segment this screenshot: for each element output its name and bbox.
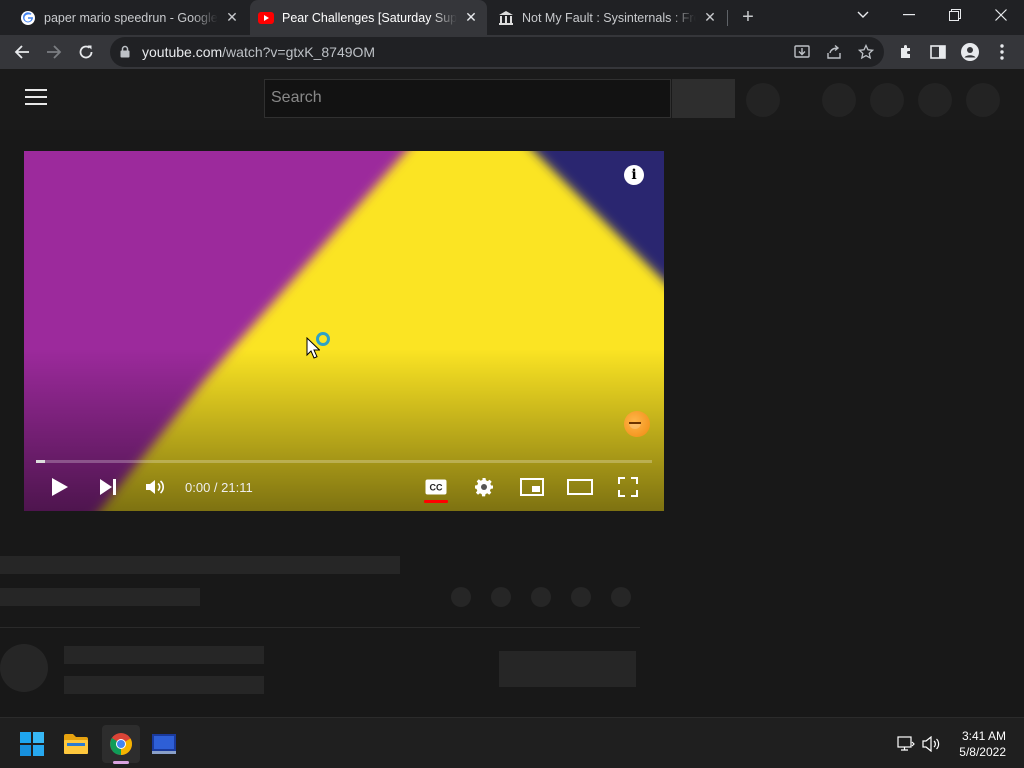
tab-divider bbox=[727, 10, 728, 26]
back-button[interactable] bbox=[8, 38, 36, 66]
start-button[interactable] bbox=[13, 725, 51, 763]
video-player[interactable]: i 0:00 / 21:11 CC bbox=[24, 151, 664, 511]
tab-google-search[interactable]: paper mario speedrun - Google Search ✕ bbox=[12, 0, 248, 35]
system-clock[interactable]: 3:41 AM 5/8/2022 bbox=[959, 728, 1006, 760]
video-frame bbox=[24, 151, 664, 511]
channel-name-placeholder bbox=[64, 646, 264, 664]
close-window-button[interactable] bbox=[978, 0, 1024, 30]
progress-bar[interactable] bbox=[36, 460, 652, 463]
clock-time: 3:41 AM bbox=[961, 729, 1006, 743]
time-display: 0:00 / 21:11 bbox=[185, 480, 253, 495]
search-button-placeholder[interactable] bbox=[672, 79, 735, 118]
progress-fill bbox=[36, 460, 46, 463]
section-divider bbox=[0, 627, 640, 628]
extensions-icon[interactable] bbox=[892, 38, 920, 66]
youtube-header: Search bbox=[0, 69, 1024, 130]
chrome-icon bbox=[110, 733, 132, 755]
title-placeholder bbox=[0, 556, 400, 574]
action-placeholder bbox=[451, 587, 471, 607]
voice-search-placeholder[interactable] bbox=[746, 83, 780, 117]
miniplayer-icon[interactable] bbox=[518, 473, 546, 501]
close-tab-icon[interactable]: ✕ bbox=[702, 9, 718, 26]
new-tab-button[interactable]: + bbox=[737, 7, 759, 29]
side-panel-icon[interactable] bbox=[924, 38, 952, 66]
avatar-placeholder[interactable] bbox=[966, 83, 1000, 117]
tab-youtube-video[interactable]: Pear Challenges [Saturday Supercut] ✕ bbox=[250, 0, 487, 35]
browser-toolbar: youtube.com/watch?v=gtxK_8749OM bbox=[0, 35, 1024, 69]
bookmark-star-icon[interactable] bbox=[856, 42, 876, 62]
channel-avatar-placeholder bbox=[0, 644, 48, 692]
channel-watermark-icon[interactable] bbox=[624, 411, 650, 437]
google-icon bbox=[20, 10, 36, 26]
views-placeholder bbox=[0, 588, 200, 606]
share-icon[interactable] bbox=[824, 42, 844, 62]
close-tab-icon[interactable]: ✕ bbox=[224, 9, 240, 26]
profile-avatar-icon[interactable] bbox=[956, 38, 984, 66]
action-placeholder bbox=[611, 587, 631, 607]
url-host: youtube.com bbox=[142, 44, 223, 60]
folder-icon bbox=[64, 734, 88, 754]
fullscreen-icon[interactable] bbox=[614, 473, 642, 501]
header-icon-placeholder[interactable] bbox=[870, 83, 904, 117]
hamburger-menu-icon[interactable] bbox=[25, 89, 47, 109]
subscribers-placeholder bbox=[64, 676, 264, 694]
action-placeholder bbox=[531, 587, 551, 607]
url-text: youtube.com/watch?v=gtxK_8749OM bbox=[142, 44, 375, 60]
monitor-app-icon bbox=[152, 734, 176, 754]
next-button[interactable] bbox=[94, 473, 122, 501]
youtube-icon bbox=[258, 10, 274, 26]
info-icon[interactable]: i bbox=[624, 165, 644, 185]
address-bar[interactable]: youtube.com/watch?v=gtxK_8749OM bbox=[110, 37, 884, 67]
speaker-icon[interactable] bbox=[922, 735, 940, 753]
archive-icon bbox=[498, 10, 514, 26]
tab-search-chevron-icon[interactable] bbox=[840, 0, 886, 30]
mouse-cursor-icon bbox=[306, 337, 320, 359]
svg-text:CC: CC bbox=[430, 483, 443, 493]
forward-button[interactable] bbox=[40, 38, 68, 66]
clock-date: 5/8/2022 bbox=[959, 745, 1006, 759]
header-icon-placeholder[interactable] bbox=[822, 83, 856, 117]
volume-button[interactable] bbox=[141, 473, 169, 501]
network-icon[interactable] bbox=[897, 735, 915, 753]
tab-title: Not My Fault : Sysinternals : Free Downl… bbox=[522, 10, 696, 25]
active-app-indicator bbox=[113, 761, 129, 764]
windows-logo-icon bbox=[20, 732, 44, 756]
header-icon-placeholder[interactable] bbox=[918, 83, 952, 117]
action-placeholder bbox=[491, 587, 511, 607]
action-placeholder bbox=[571, 587, 591, 607]
tab-strip: paper mario speedrun - Google Search ✕ P… bbox=[0, 0, 1024, 35]
tab-sysinternals[interactable]: Not My Fault : Sysinternals : Free Downl… bbox=[490, 0, 726, 35]
settings-gear-icon[interactable] bbox=[470, 473, 498, 501]
youtube-page: Search i 0:00 / 21:11 CC bbox=[0, 69, 1024, 717]
windows-taskbar: 3:41 AM 5/8/2022 bbox=[0, 717, 1024, 768]
reload-button[interactable] bbox=[72, 38, 100, 66]
theater-mode-icon[interactable] bbox=[566, 473, 594, 501]
restore-button[interactable] bbox=[932, 0, 978, 30]
browser-menu-icon[interactable] bbox=[988, 38, 1016, 66]
play-button[interactable] bbox=[46, 473, 74, 501]
captions-button[interactable]: CC bbox=[422, 473, 450, 501]
captions-active-indicator bbox=[424, 500, 448, 503]
file-explorer-button[interactable] bbox=[57, 725, 95, 763]
close-tab-icon[interactable]: ✕ bbox=[463, 9, 479, 26]
search-input[interactable]: Search bbox=[264, 79, 671, 118]
tab-title: Pear Challenges [Saturday Supercut] bbox=[282, 10, 457, 25]
tab-title: paper mario speedrun - Google Search bbox=[44, 10, 218, 25]
chrome-taskbar-button[interactable] bbox=[102, 725, 140, 763]
lock-icon[interactable] bbox=[120, 45, 130, 63]
url-path: /watch?v=gtxK_8749OM bbox=[222, 44, 376, 60]
remote-desktop-button[interactable] bbox=[145, 725, 183, 763]
subscribe-button-placeholder bbox=[499, 651, 636, 687]
install-app-icon[interactable] bbox=[792, 42, 812, 62]
minimize-button[interactable] bbox=[886, 0, 932, 30]
